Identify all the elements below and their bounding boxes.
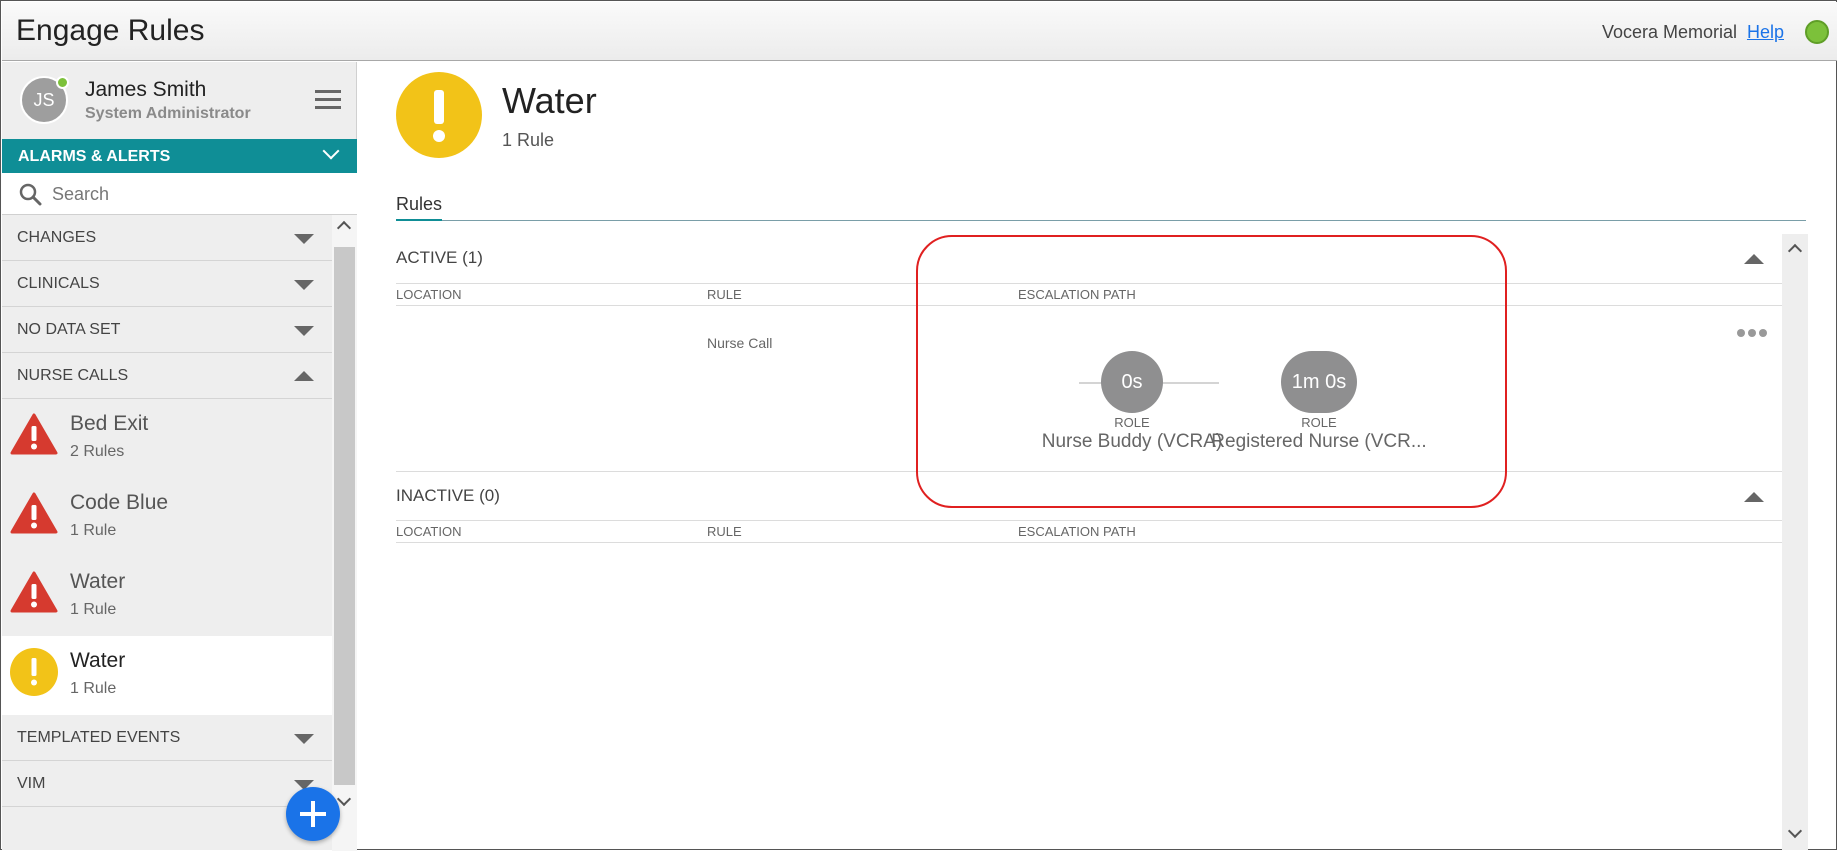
list-item-code-blue[interactable]: Code Blue 1 Rule <box>2 478 332 557</box>
alarms-alerts-dropdown[interactable]: ALARMS & ALERTS <box>2 139 357 173</box>
inactive-column-headers: LOCATION RULE ESCALATION PATH <box>396 521 1782 543</box>
caret-down-icon <box>294 234 314 244</box>
yellow-alert-circle-icon <box>10 648 58 696</box>
item-title: Water <box>70 570 126 593</box>
rule-name: Nurse Call <box>707 335 773 351</box>
hamburger-menu-icon[interactable] <box>315 90 341 110</box>
group-changes[interactable]: CHANGES <box>2 215 332 261</box>
group-vim[interactable]: VIM <box>2 761 332 807</box>
group-no-data-set[interactable]: NO DATA SET <box>2 307 332 353</box>
scroll-down-icon[interactable] <box>1787 823 1803 839</box>
online-status-icon <box>56 76 69 89</box>
tab-rules[interactable]: Rules <box>396 194 443 221</box>
item-title: Bed Exit <box>70 412 149 435</box>
top-header: Engage Rules Vocera Memorial Help <box>2 2 1837 61</box>
item-subtitle: 2 Rules <box>70 443 125 460</box>
red-warning-triangle-icon <box>10 571 58 613</box>
search-box <box>2 173 357 215</box>
search-input[interactable] <box>52 179 342 209</box>
inactive-section-label: INACTIVE (0) <box>396 486 500 505</box>
column-header-rule: RULE <box>707 524 742 539</box>
group-label: CHANGES <box>17 229 97 246</box>
group-nurse-calls[interactable]: NURSE CALLS <box>2 353 332 399</box>
scroll-up-icon[interactable] <box>336 220 352 236</box>
column-header-rule: RULE <box>707 287 742 302</box>
search-icon <box>19 183 42 206</box>
page-subtitle: 1 Rule <box>502 130 555 150</box>
sidebar-scrollbar[interactable] <box>332 215 357 851</box>
column-header-escalation-path: ESCALATION PATH <box>1018 524 1136 539</box>
app-title: Engage Rules <box>16 14 205 47</box>
red-warning-triangle-icon <box>10 413 58 455</box>
main-scrollbar[interactable] <box>1782 234 1808 850</box>
scrollbar-thumb[interactable] <box>334 247 355 785</box>
item-subtitle: 1 Rule <box>70 522 117 539</box>
status-indicator-icon <box>1805 20 1829 44</box>
rules-panel: ACTIVE (1) LOCATION RULE ESCALATION PATH… <box>396 234 1782 850</box>
user-panel: JS James Smith System Administrator <box>2 62 357 139</box>
column-header-location: LOCATION <box>396 287 462 302</box>
scroll-up-icon[interactable] <box>1787 243 1803 259</box>
chevron-down-icon <box>322 142 340 160</box>
main-content: Water 1 Rule Rules ACTIVE (1) LOCATION R… <box>358 62 1837 850</box>
item-title: Code Blue <box>70 491 169 514</box>
group-label: NURSE CALLS <box>17 367 129 384</box>
help-link[interactable]: Help <box>1747 22 1784 43</box>
group-label: NO DATA SET <box>17 321 121 338</box>
escalation-step-recipient: Registered Nurse (VCR... <box>1211 431 1427 452</box>
caret-up-icon <box>294 371 314 381</box>
alert-type-list: CHANGES CLINICALS NO DATA SET NURSE CALL… <box>2 215 332 850</box>
list-item-bed-exit[interactable]: Bed Exit 2 Rules <box>2 399 332 478</box>
item-subtitle: 1 Rule <box>70 680 117 697</box>
column-header-escalation-path: ESCALATION PATH <box>1018 287 1136 302</box>
sidebar: JS James Smith System Administrator ALAR… <box>2 62 357 851</box>
add-button[interactable] <box>286 787 340 841</box>
escalation-step-type: ROLE <box>1301 415 1337 430</box>
escalation-step-type: ROLE <box>1114 415 1150 430</box>
tab-bar: Rules <box>396 194 1806 221</box>
caret-up-icon <box>1744 492 1764 502</box>
alarms-alerts-label: ALARMS & ALERTS <box>18 148 171 165</box>
caret-down-icon <box>294 734 314 744</box>
caret-down-icon <box>294 280 314 290</box>
user-role: System Administrator <box>85 105 251 122</box>
active-section-label: ACTIVE (1) <box>396 248 483 267</box>
yellow-alert-circle-icon <box>396 72 482 158</box>
column-header-location: LOCATION <box>396 524 462 539</box>
group-label: CLINICALS <box>17 275 100 292</box>
red-warning-triangle-icon <box>10 492 58 534</box>
escalation-step-time: 0s <box>1101 351 1163 413</box>
item-title: Water <box>70 649 126 672</box>
active-section-header[interactable]: ACTIVE (1) <box>396 234 1782 284</box>
page-title: Water <box>502 80 597 121</box>
group-templated-events[interactable]: TEMPLATED EVENTS <box>2 715 332 761</box>
more-options-icon[interactable] <box>1737 329 1767 337</box>
list-item-water-red[interactable]: Water 1 Rule <box>2 557 332 636</box>
active-column-headers: LOCATION RULE ESCALATION PATH <box>396 284 1782 306</box>
app-frame: Engage Rules Vocera Memorial Help JS Jam… <box>0 0 1837 851</box>
item-subtitle: 1 Rule <box>70 601 117 618</box>
organization-name: Vocera Memorial <box>1601 22 1737 42</box>
group-clinicals[interactable]: CLINICALS <box>2 261 332 307</box>
group-label: TEMPLATED EVENTS <box>17 729 181 746</box>
caret-down-icon <box>294 326 314 336</box>
escalation-step-time: 1m 0s <box>1281 351 1357 413</box>
caret-up-icon <box>1744 254 1764 264</box>
scroll-down-icon[interactable] <box>336 791 352 807</box>
list-item-water-yellow-selected[interactable]: Water 1 Rule <box>2 636 332 715</box>
inactive-section-header[interactable]: INACTIVE (0) <box>396 471 1782 521</box>
group-label: VIM <box>17 775 46 792</box>
user-name: James Smith <box>85 78 207 101</box>
